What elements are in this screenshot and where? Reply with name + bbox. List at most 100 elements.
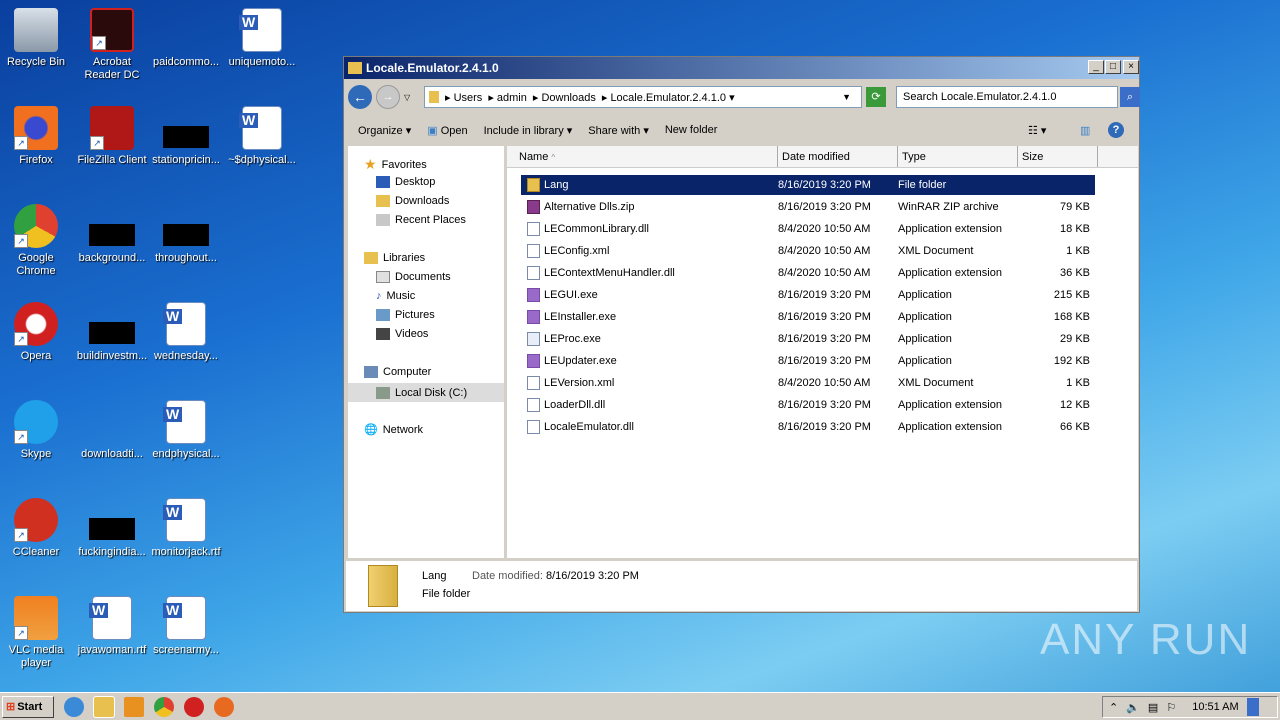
- file-row[interactable]: LECommonLibrary.dll 8/4/2020 10:50 AM Appl…: [521, 219, 1095, 239]
- desktop-icon--dphysical-[interactable]: ~$dphysical...: [224, 106, 300, 167]
- desktop-icon-skype[interactable]: ↗ Skype: [0, 400, 74, 461]
- folder-large-icon: [368, 565, 398, 607]
- title-bar[interactable]: Locale.Emulator.2.4.1.0: [344, 57, 1139, 79]
- views-icon[interactable]: ☷ ▾: [1028, 124, 1046, 137]
- desktop-icon-google-chrome[interactable]: ↗ Google Chrome: [0, 204, 74, 278]
- opera-taskbar-icon[interactable]: [184, 696, 204, 717]
- start-button[interactable]: ⊞ Start: [2, 695, 54, 718]
- include-in-library-button[interactable]: Include in library ▾: [484, 124, 573, 137]
- address-dropdown[interactable]: ▼: [842, 92, 851, 102]
- maximize-button[interactable]: □: [1105, 60, 1121, 74]
- column-date-modified[interactable]: Date modified: [778, 146, 898, 167]
- file-row[interactable]: Lang 8/16/2019 3:20 PM File folder: [521, 175, 1095, 195]
- nav-downloads[interactable]: Downloads: [376, 195, 449, 207]
- breadcrumb[interactable]: ▸ Users ▸ admin ▸ Downloads ▸ Locale.Emu…: [424, 86, 862, 108]
- breadcrumb-downloads[interactable]: ▸ Downloads: [533, 91, 596, 104]
- ie-taskbar-icon[interactable]: [64, 696, 84, 717]
- new-folder-button[interactable]: New folder: [665, 124, 718, 136]
- file-size: 36 KB: [1060, 267, 1090, 279]
- desktop-icon-ccleaner[interactable]: ↗ CCleaner: [0, 498, 74, 559]
- close-button[interactable]: ×: [1123, 60, 1139, 74]
- recent-pages-dropdown[interactable]: ▽: [404, 93, 410, 102]
- desktop-icon-background-[interactable]: background...: [74, 204, 150, 265]
- breadcrumb-admin[interactable]: ▸ admin: [488, 91, 527, 104]
- show-desktop-button[interactable]: [1246, 698, 1259, 716]
- network-tray-icon[interactable]: ▤: [1148, 701, 1158, 714]
- file-row[interactable]: LoaderDll.dll 8/16/2019 3:20 PM Applicatio…: [521, 395, 1095, 415]
- nav-local-disk[interactable]: Local Disk (C:): [348, 383, 504, 402]
- desktop-icon-throughout-[interactable]: throughout...: [148, 204, 224, 265]
- nav-desktop[interactable]: Desktop: [376, 176, 435, 188]
- desktop-icon-vlc-media-player[interactable]: ↗ VLC media player: [0, 596, 74, 670]
- file-row[interactable]: LEContextMenuHandler.dll 8/4/2020 10:50 A…: [521, 263, 1095, 283]
- desktop-icon-firefox[interactable]: ↗ Firefox: [0, 106, 74, 167]
- file-row[interactable]: Alternative Dlls.zip 8/16/2019 3:20 PM Win…: [521, 197, 1095, 217]
- media-player-taskbar-icon[interactable]: [124, 696, 144, 717]
- file-row[interactable]: LEConfig.xml 8/4/2020 10:50 AM XML Documen…: [521, 241, 1095, 261]
- file-row[interactable]: LEGUI.exe 8/16/2019 3:20 PM Application 215…: [521, 285, 1095, 305]
- desktop-icon-javawoman-rtf[interactable]: javawoman.rtf: [74, 596, 150, 657]
- back-button[interactable]: ←: [348, 85, 372, 109]
- desktop-icon-screenarmy-[interactable]: screenarmy...: [148, 596, 224, 657]
- search-icon[interactable]: ⌕: [1120, 87, 1140, 107]
- desktop-icon-filezilla-client[interactable]: ↗ FileZilla Client: [74, 106, 150, 167]
- file-row[interactable]: LEProc.exe 8/16/2019 3:20 PM Application 29…: [521, 329, 1095, 349]
- nav-favorites[interactable]: ★ Favorites: [364, 156, 427, 173]
- column-size[interactable]: Size: [1018, 146, 1098, 167]
- desktop-icon-endphysical-[interactable]: endphysical...: [148, 400, 224, 461]
- file-row[interactable]: LocaleEmulator.dll 8/16/2019 3:20 PM Appli…: [521, 417, 1095, 437]
- show-hidden-icons[interactable]: ⌃: [1109, 701, 1118, 714]
- search-input[interactable]: Search Locale.Emulator.2.4.1.0: [896, 86, 1118, 108]
- desktop-icon-label: buildinvestm...: [76, 350, 148, 362]
- open-button[interactable]: ▣ Open: [427, 124, 467, 137]
- breadcrumb-users[interactable]: ▸ Users: [445, 91, 482, 104]
- details-pane: Lang Date modified: 8/16/2019 3:20 PM Fi…: [346, 561, 1137, 611]
- nav-recent-places[interactable]: Recent Places: [376, 214, 466, 226]
- forward-button[interactable]: →: [376, 85, 400, 109]
- desktop-icon-opera[interactable]: ↗ Opera: [0, 302, 74, 363]
- nav-libraries[interactable]: Libraries: [364, 252, 425, 264]
- file-row[interactable]: LEInstaller.exe 8/16/2019 3:20 PM Applicat…: [521, 307, 1095, 327]
- desktop-icon-monitorjack-rtf[interactable]: monitorjack.rtf: [148, 498, 224, 559]
- desktop-icon-stationpricin-[interactable]: stationpricin...: [148, 106, 224, 167]
- desktop-icon-uniquemoto-[interactable]: uniquemoto...: [224, 8, 300, 69]
- file-date: 8/16/2019 3:20 PM: [778, 355, 871, 367]
- desktop-icon-fuckingindia-[interactable]: fuckingindia...: [74, 498, 150, 559]
- file-size: 1 KB: [1066, 245, 1090, 257]
- file-row[interactable]: LEVersion.xml 8/4/2020 10:50 AM XML Docume…: [521, 373, 1095, 393]
- downloads-icon: [376, 195, 390, 207]
- nav-videos[interactable]: Videos: [376, 328, 428, 340]
- nav-computer[interactable]: Computer: [364, 366, 431, 378]
- desktop-icon-acrobat-reader-dc[interactable]: ↗ Acrobat Reader DC: [74, 8, 150, 82]
- volume-icon[interactable]: 🔈: [1126, 701, 1140, 714]
- folder-icon: [429, 91, 439, 103]
- column-type[interactable]: Type: [898, 146, 1018, 167]
- explorer-taskbar-icon[interactable]: [93, 695, 115, 718]
- nav-documents[interactable]: Documents: [376, 271, 451, 283]
- xml-file-icon: [527, 244, 540, 258]
- word-icon: [163, 498, 206, 542]
- desktop-icon-downloadti-[interactable]: downloadti...: [74, 400, 150, 461]
- share-with-button[interactable]: Share with ▾: [588, 124, 649, 137]
- desktop-icon-paidcommo-[interactable]: paidcommo...: [148, 8, 224, 69]
- nav-music[interactable]: ♪ Music: [376, 290, 415, 302]
- clock[interactable]: 10:51 AM: [1192, 701, 1238, 713]
- nav-pictures[interactable]: Pictures: [376, 309, 435, 321]
- desktop-icon-buildinvestm-[interactable]: buildinvestm...: [74, 302, 150, 363]
- desktop-icon-recycle-bin[interactable]: Recycle Bin: [0, 8, 74, 69]
- breadcrumb-current[interactable]: ▸ Locale.Emulator.2.4.1.0 ▾: [602, 91, 735, 104]
- nav-network[interactable]: 🌐 Network: [364, 423, 423, 437]
- firefox-taskbar-icon[interactable]: [214, 696, 234, 717]
- organize-button[interactable]: Organize ▾: [358, 124, 411, 137]
- action-center-flag-icon[interactable]: ⚐: [1166, 701, 1176, 714]
- preview-pane-icon[interactable]: ▥: [1080, 124, 1090, 137]
- navigation-pane: ★ Favorites Desktop Downloads Recent Plac…: [348, 146, 504, 558]
- refresh-button[interactable]: ⟳: [866, 87, 886, 107]
- column-name[interactable]: Name ^: [507, 146, 778, 167]
- minimize-button[interactable]: _: [1088, 60, 1104, 74]
- desktop-icon-wednesday-[interactable]: wednesday...: [148, 302, 224, 363]
- help-icon[interactable]: ?: [1108, 122, 1124, 138]
- file-row[interactable]: LEUpdater.exe 8/16/2019 3:20 PM Applicatio…: [521, 351, 1095, 371]
- chrome-taskbar-icon[interactable]: [154, 696, 174, 717]
- blank-icon: [90, 400, 134, 444]
